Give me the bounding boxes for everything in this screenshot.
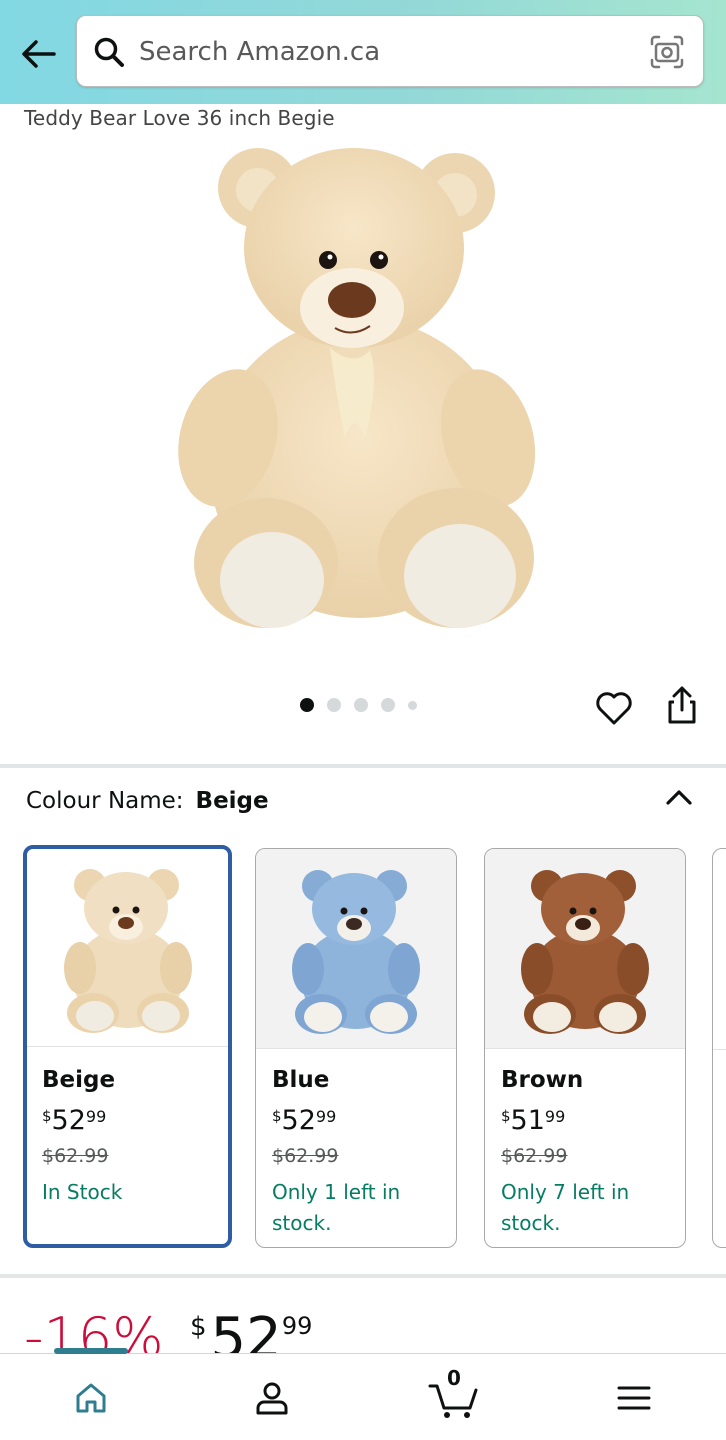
product-main-image[interactable] [170,138,560,638]
swatch-price: $5299 [42,1105,107,1136]
bottom-navigation-bar: 0 [0,1348,726,1440]
swatch-image [27,849,228,1047]
nav-home-button[interactable] [51,1354,131,1440]
colour-label-text: Colour Name: [26,788,184,814]
beige-bear-thumbnail [63,868,192,1033]
swatch-was-price: $62.99 [501,1145,568,1167]
blue-bear-thumbnail [292,869,420,1034]
section-divider [0,764,726,768]
colour-name-label: Colour Name: Beige [26,788,269,814]
search-bar[interactable] [76,15,704,88]
home-icon [76,1383,106,1412]
image-carousel-dots[interactable] [300,697,417,713]
share-button[interactable] [662,684,702,726]
swatch-was-price: $62.99 [42,1145,109,1167]
colour-swatch-next-partial[interactable] [712,848,726,1248]
swatch-name: Beige [42,1067,116,1093]
share-icon [668,686,696,724]
swatch-image [256,849,456,1049]
product-title[interactable]: Teddy Bear Love 36 inch Begie [24,106,335,130]
selected-colour-value: Beige [195,788,269,814]
heart-icon [596,692,632,725]
colour-swatch-blue[interactable]: Blue $5299 $62.99 Only 1 left in stock. [255,848,457,1248]
search-input[interactable] [139,16,639,88]
swatch-price: $5299 [272,1105,337,1136]
carousel-dot[interactable] [408,700,417,710]
person-icon [256,1382,288,1414]
swatch-name: Blue [272,1067,330,1093]
section-divider [0,1274,726,1278]
nav-account-button[interactable] [232,1354,312,1440]
colour-swatch-brown[interactable]: Brown $5199 $62.99 Only 7 left in stock. [484,848,686,1248]
back-button[interactable] [18,34,58,74]
camera-lens-icon[interactable] [649,34,685,70]
collapse-variations-button[interactable] [662,782,696,812]
back-arrow-icon [22,40,56,68]
swatch-stock-status: In Stock [42,1180,123,1204]
cart-count-badge: 0 [447,1366,461,1390]
carousel-dot[interactable] [300,698,314,712]
carousel-dot[interactable] [327,698,341,712]
top-header [0,0,726,104]
hamburger-menu-icon [617,1386,651,1409]
carousel-dot[interactable] [354,698,368,712]
swatch-stock-status: Only 1 left in stock. [272,1180,401,1235]
colour-swatch-beige[interactable]: Beige $5299 $62.99 In Stock [23,845,232,1248]
chevron-up-icon [666,790,692,805]
nav-cart-button[interactable]: 0 [414,1354,494,1440]
nav-menu-button[interactable] [594,1354,674,1440]
search-icon [94,37,124,67]
swatch-name: Brown [501,1067,584,1093]
swatch-was-price: $62.99 [272,1145,339,1167]
brown-bear-thumbnail [521,869,649,1034]
teddy-bear-image [178,148,536,628]
add-to-wishlist-button[interactable] [594,688,634,728]
swatch-image [485,849,685,1049]
swatch-stock-status: Only 7 left in stock. [501,1180,630,1235]
carousel-dot[interactable] [381,698,395,712]
swatch-price: $5199 [501,1105,566,1136]
